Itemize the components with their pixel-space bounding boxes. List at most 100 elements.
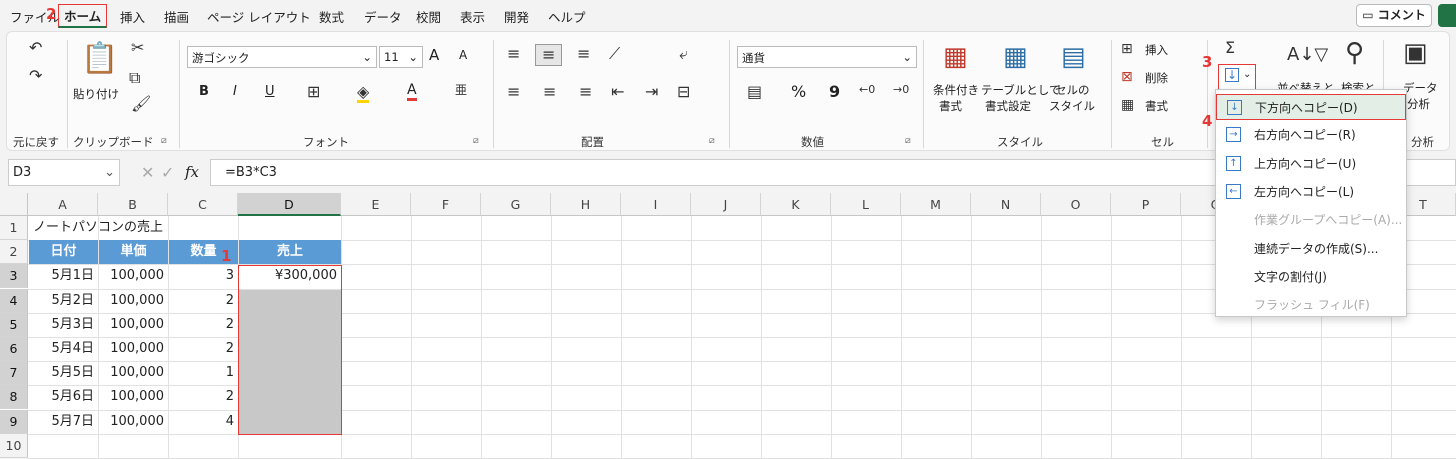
fill-menu-item[interactable]: 文字の割付(J) bbox=[1216, 264, 1406, 290]
column-header-j[interactable]: J bbox=[691, 193, 761, 216]
menu-help[interactable]: ヘルプ bbox=[548, 7, 586, 26]
row-header-6[interactable]: 6 bbox=[0, 337, 28, 361]
date-cell[interactable]: 5月2日 bbox=[28, 289, 98, 313]
date-cell[interactable]: 5月5日 bbox=[28, 361, 98, 385]
sheet-title-cell[interactable]: ノートパソコンの売上 bbox=[29, 216, 229, 240]
table-header-cell[interactable]: 日付 bbox=[29, 240, 98, 265]
column-header-h[interactable]: H bbox=[551, 193, 621, 216]
conditional-format-label-1[interactable]: 条件付き bbox=[933, 82, 979, 98]
menu-insert[interactable]: 挿入 bbox=[120, 7, 145, 26]
column-header-a[interactable]: A bbox=[28, 193, 98, 216]
row-header-10[interactable]: 10 bbox=[0, 433, 28, 458]
date-cell[interactable]: 5月6日 bbox=[28, 385, 98, 409]
find-icon[interactable]: ⚲ bbox=[1345, 40, 1364, 66]
menu-page-layout[interactable]: ページ レイアウト bbox=[207, 7, 311, 26]
paste-label[interactable]: 貼り付け bbox=[73, 86, 119, 102]
italic-button[interactable]: I bbox=[233, 84, 237, 99]
orientation-icon[interactable]: ⟋ bbox=[609, 46, 620, 62]
cut-icon[interactable]: ✂ bbox=[131, 40, 144, 56]
table-header-cell[interactable]: 単価 bbox=[99, 240, 168, 265]
column-header-l[interactable]: L bbox=[831, 193, 901, 216]
grow-font-button[interactable]: A bbox=[429, 46, 439, 64]
currency-icon[interactable]: ▤ bbox=[747, 84, 762, 100]
font-size-combo[interactable]: 11 ⌄ bbox=[379, 46, 423, 68]
dialog-launcher-icon[interactable]: ⧄ bbox=[161, 136, 167, 146]
autosum-icon[interactable]: Σ bbox=[1225, 40, 1235, 56]
fill-menu-item[interactable]: ↑ 上方向へコピー(U) bbox=[1216, 151, 1406, 177]
align-right-icon[interactable]: ≡ bbox=[579, 84, 592, 100]
column-header-p[interactable]: P bbox=[1111, 193, 1181, 216]
align-center-icon[interactable]: ≡ bbox=[543, 84, 556, 100]
increase-decimal-icon[interactable]: ←0 bbox=[859, 84, 875, 95]
quantity-cell[interactable]: 4 bbox=[168, 410, 238, 434]
format-cells-button[interactable]: 書式 bbox=[1145, 98, 1168, 114]
comment-button[interactable]: ▭ コメント bbox=[1356, 4, 1432, 27]
delete-cells-icon[interactable]: ⊠ bbox=[1121, 70, 1133, 84]
fill-button[interactable]: ↓ ⌄ bbox=[1218, 64, 1256, 90]
conditional-format-icon[interactable]: ▦ bbox=[943, 44, 968, 70]
column-header-b[interactable]: B bbox=[98, 193, 168, 216]
row-header-1[interactable]: 1 bbox=[0, 216, 28, 240]
column-header-n[interactable]: N bbox=[971, 193, 1041, 216]
wrap-text-icon[interactable]: ⤶ bbox=[679, 46, 688, 62]
fill-menu-item[interactable]: → 右方向へコピー(R) bbox=[1216, 122, 1406, 148]
quantity-cell[interactable]: 3 bbox=[168, 264, 238, 288]
column-header-c[interactable]: C bbox=[168, 193, 238, 216]
confirm-icon[interactable]: ✓ bbox=[161, 163, 174, 182]
date-cell[interactable]: 5月7日 bbox=[28, 410, 98, 434]
quantity-cell[interactable]: 2 bbox=[168, 337, 238, 361]
font-name-combo[interactable]: 游ゴシック ⌄ bbox=[187, 46, 377, 68]
menu-review[interactable]: 校閲 bbox=[416, 7, 441, 26]
table-header-cell[interactable]: 売上 bbox=[239, 240, 341, 265]
table-format-label-2[interactable]: 書式設定 bbox=[985, 98, 1031, 114]
percent-button[interactable]: % bbox=[791, 82, 806, 101]
date-cell[interactable]: 5月1日 bbox=[28, 264, 98, 288]
menu-developer[interactable]: 開発 bbox=[504, 7, 529, 26]
menu-data[interactable]: データ bbox=[364, 7, 402, 26]
fill-color-icon[interactable]: ◈ bbox=[357, 84, 370, 103]
row-header-2[interactable]: 2 bbox=[0, 240, 28, 265]
menu-draw[interactable]: 描画 bbox=[164, 7, 189, 26]
price-cell[interactable]: 100,000 bbox=[98, 313, 168, 337]
table-format-label-1[interactable]: テーブルとして bbox=[981, 82, 1060, 98]
quantity-cell[interactable]: 1 bbox=[168, 361, 238, 385]
cancel-icon[interactable]: ✕ bbox=[141, 163, 154, 182]
column-header-e[interactable]: E bbox=[341, 193, 411, 216]
menu-formulas[interactable]: 数式 bbox=[319, 7, 344, 26]
delete-cells-button[interactable]: 削除 bbox=[1145, 70, 1168, 86]
dialog-launcher-icon[interactable]: ⧄ bbox=[709, 136, 715, 146]
undo-icon[interactable]: ↶ bbox=[29, 40, 42, 56]
price-cell[interactable]: 100,000 bbox=[98, 385, 168, 409]
data-analysis-icon[interactable]: ▣ bbox=[1403, 40, 1428, 66]
comma-button[interactable]: 9 bbox=[829, 82, 840, 101]
date-cell[interactable]: 5月4日 bbox=[28, 337, 98, 361]
column-header-k[interactable]: K bbox=[761, 193, 831, 216]
column-header-f[interactable]: F bbox=[411, 193, 481, 216]
price-cell[interactable]: 100,000 bbox=[98, 361, 168, 385]
fill-menu-item[interactable]: ↓ 下方向へコピー(D) bbox=[1216, 94, 1406, 120]
share-button[interactable] bbox=[1438, 4, 1456, 27]
decrease-indent-icon[interactable]: ⇤ bbox=[611, 84, 624, 100]
bold-button[interactable]: B bbox=[199, 84, 209, 99]
align-bottom-icon[interactable]: ≡ bbox=[577, 46, 590, 62]
row-header-9[interactable]: 9 bbox=[0, 409, 28, 434]
date-cell[interactable]: 5月3日 bbox=[28, 313, 98, 337]
align-middle-icon[interactable]: ≡ bbox=[535, 44, 563, 66]
merge-center-icon[interactable]: ⊟ bbox=[677, 84, 690, 100]
quantity-cell[interactable]: 2 bbox=[168, 289, 238, 313]
column-header-m[interactable]: M bbox=[901, 193, 971, 216]
underline-button[interactable]: U bbox=[265, 84, 275, 99]
column-header-i[interactable]: I bbox=[621, 193, 691, 216]
phonetic-icon[interactable]: 亜 bbox=[455, 84, 467, 96]
paste-icon[interactable]: 📋 bbox=[81, 44, 118, 74]
shrink-font-button[interactable]: A bbox=[459, 48, 467, 62]
data-analysis-label-1[interactable]: データ bbox=[1403, 80, 1438, 96]
row-header-7[interactable]: 7 bbox=[0, 361, 28, 386]
cell-styles-label-1[interactable]: セルの bbox=[1055, 82, 1090, 98]
insert-cells-icon[interactable]: ⊞ bbox=[1121, 42, 1133, 56]
decrease-decimal-icon[interactable]: →0 bbox=[893, 84, 909, 95]
cell-styles-label-2[interactable]: スタイル bbox=[1049, 98, 1095, 114]
table-format-icon[interactable]: ▦ bbox=[1003, 44, 1028, 70]
increase-indent-icon[interactable]: ⇥ bbox=[645, 84, 658, 100]
row-header-5[interactable]: 5 bbox=[0, 312, 28, 337]
